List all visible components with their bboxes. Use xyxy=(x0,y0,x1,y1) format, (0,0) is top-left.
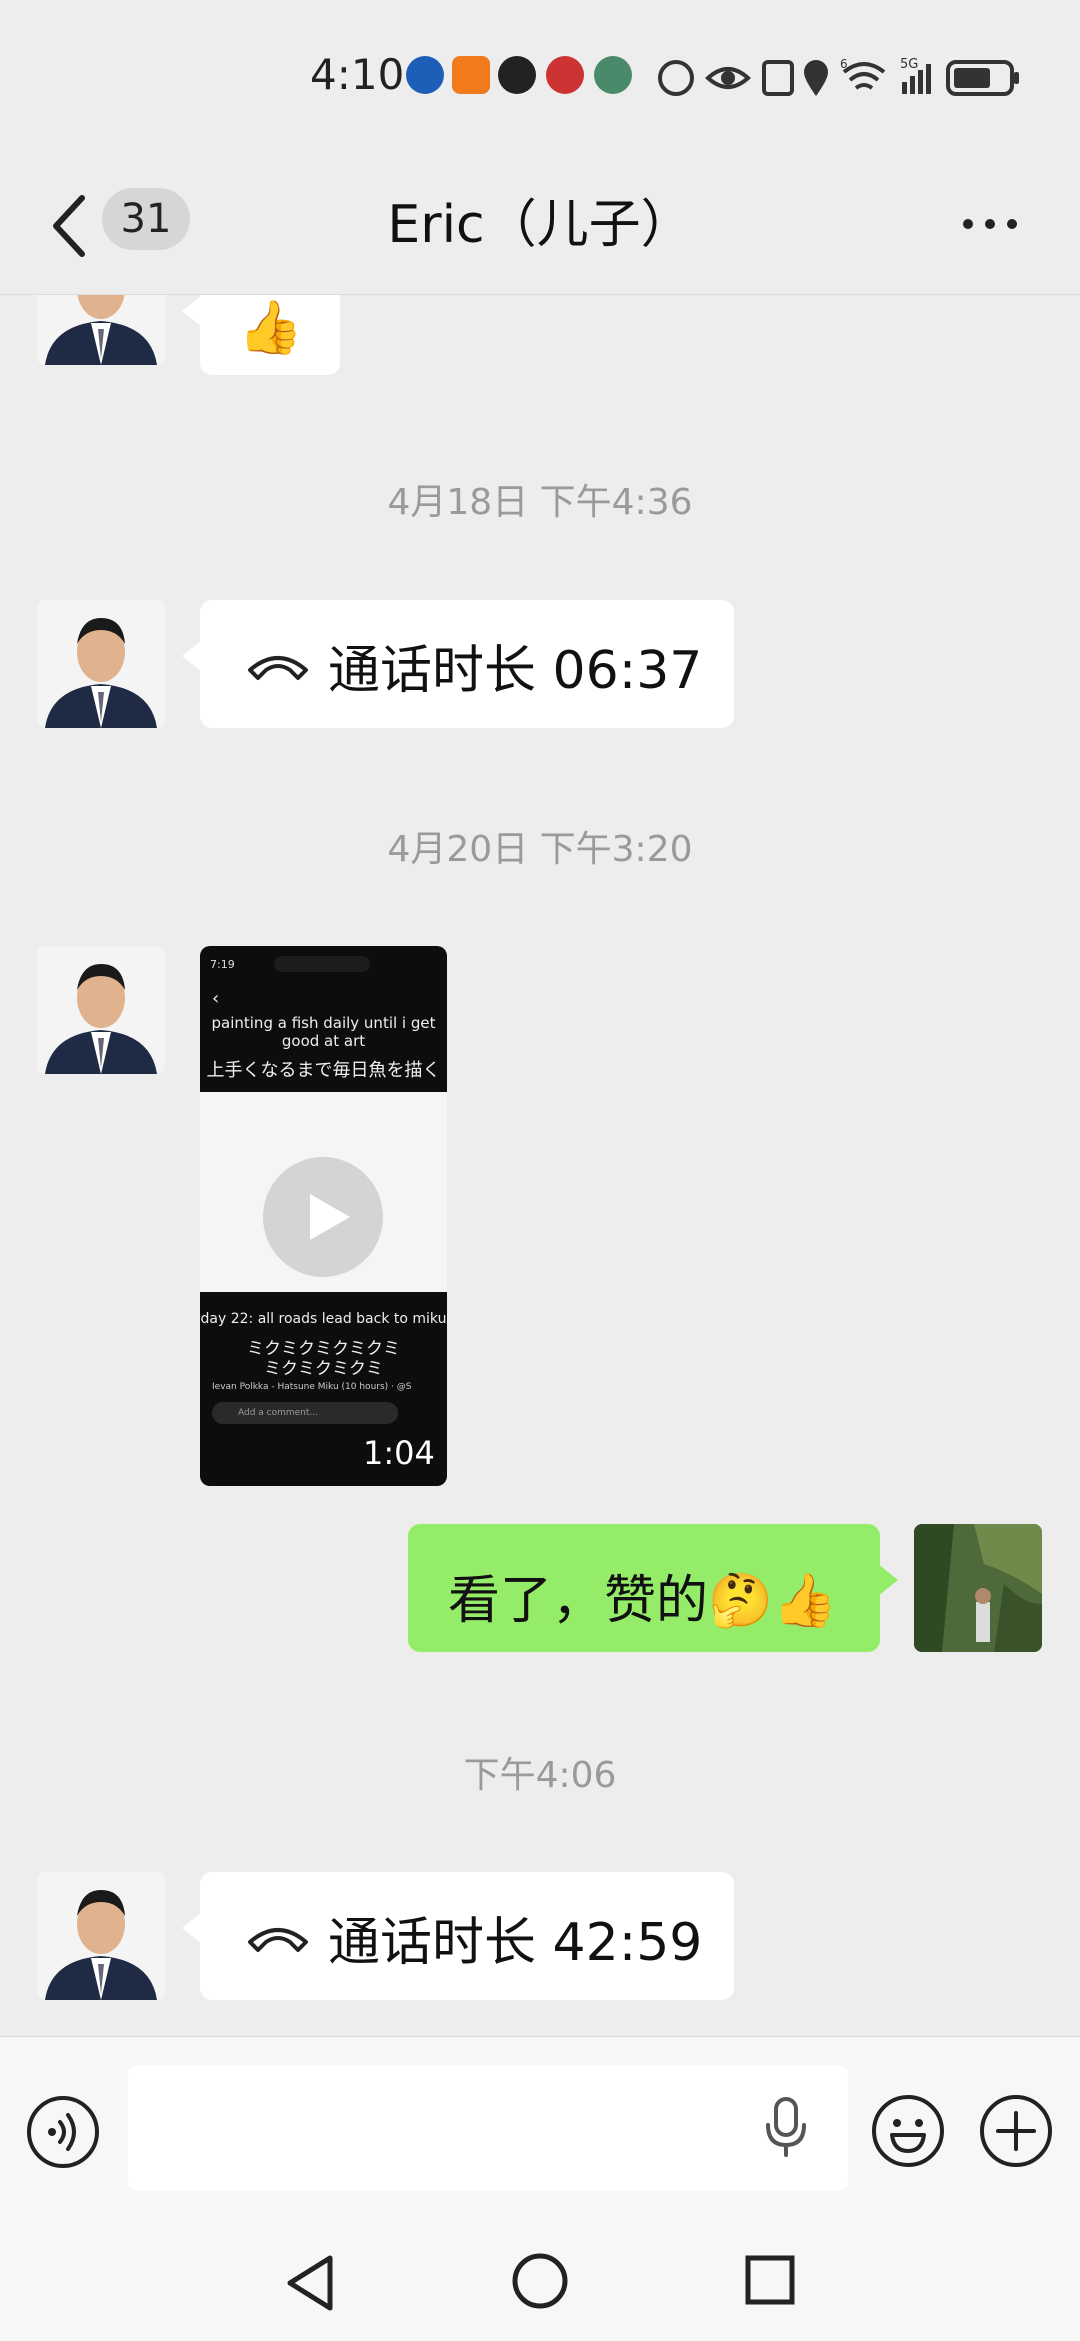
video-preview-comment: Add a comment... xyxy=(212,1402,398,1424)
chat-header: 31 Eric（儿子） xyxy=(0,160,1080,295)
app-notification-icon xyxy=(546,56,584,94)
status-bar: 4:10 6 5G xyxy=(0,0,1080,160)
system-status-icons: 6 5G xyxy=(658,57,1019,96)
message-bubble-emoji[interactable]: 👍 xyxy=(182,295,340,375)
video-preview-back-icon: ‹ xyxy=(212,988,220,1009)
video-preview-day-caption: day 22: all roads lead back to miku xyxy=(200,1311,447,1327)
avatar-eric[interactable] xyxy=(37,946,165,1074)
network-label: 5G xyxy=(900,57,918,72)
status-time: 4:10 xyxy=(310,50,405,99)
video-message[interactable]: 7:19 ‹ painting a fish daily until i get… xyxy=(200,946,447,1486)
video-duration: 1:04 xyxy=(363,1434,435,1472)
call-icon xyxy=(248,1928,308,1952)
message-bubble-call[interactable]: 通话时长 42:59 xyxy=(182,1872,734,2000)
message-text: 看了，赞的🤔👍 xyxy=(448,1571,838,1631)
app-notification-icon xyxy=(406,56,444,94)
emoji-icon[interactable] xyxy=(870,2093,946,2169)
avatar-eric[interactable] xyxy=(37,600,165,728)
call-icon xyxy=(248,656,308,680)
video-preview-time: 7:19 xyxy=(210,958,235,971)
app-notification-icon xyxy=(594,56,632,94)
signal-label: 6 xyxy=(840,57,848,71)
more-icon[interactable] xyxy=(958,204,1022,244)
nav-back-icon[interactable] xyxy=(282,2252,338,2314)
nav-home-icon[interactable] xyxy=(511,2252,569,2310)
voice-toggle-icon[interactable] xyxy=(26,2095,100,2169)
call-duration-text: 通话时长 42:59 xyxy=(328,1913,703,1973)
plus-icon[interactable] xyxy=(978,2093,1054,2169)
timestamp: 4月18日 下午4:36 xyxy=(387,482,693,523)
chat-title: Eric（儿子） xyxy=(387,195,693,255)
video-preview-song: Ievan Polkka - Hatsune Miku (10 hours) ·… xyxy=(212,1382,412,1392)
video-preview-jp-caption: 上手くなるまで毎日魚を描く xyxy=(206,1060,441,1081)
avatar-me[interactable] xyxy=(914,1524,1042,1652)
video-preview-lyrics: ミクミクミクミ xyxy=(264,1359,383,1379)
microphone-icon[interactable] xyxy=(762,2095,810,2159)
call-duration-text: 通话时长 06:37 xyxy=(328,641,703,701)
app-notification-icon xyxy=(498,56,536,94)
nav-recents-icon[interactable] xyxy=(744,2254,796,2306)
message-bubble-call[interactable]: 通话时长 06:37 xyxy=(182,600,734,728)
avatar-eric[interactable] xyxy=(37,1872,165,2000)
video-preview-lyrics: ミクミクミクミクミ xyxy=(247,1339,400,1359)
system-nav-bar xyxy=(0,2180,1080,2340)
timestamp: 下午4:06 xyxy=(463,1755,617,1796)
message-text: 👍 xyxy=(238,298,303,358)
message-input[interactable] xyxy=(128,2065,848,2191)
video-preview-caption: painting a fish daily until i get good a… xyxy=(211,1014,436,1050)
play-icon[interactable] xyxy=(262,1156,384,1278)
timestamp: 4月20日 下午3:20 xyxy=(387,829,693,870)
avatar-eric[interactable] xyxy=(37,295,165,365)
video-preview-notch xyxy=(274,956,370,972)
app-notification-icon xyxy=(452,56,490,94)
message-bubble-sent[interactable]: 看了，赞的🤔👍 xyxy=(408,1524,898,1652)
